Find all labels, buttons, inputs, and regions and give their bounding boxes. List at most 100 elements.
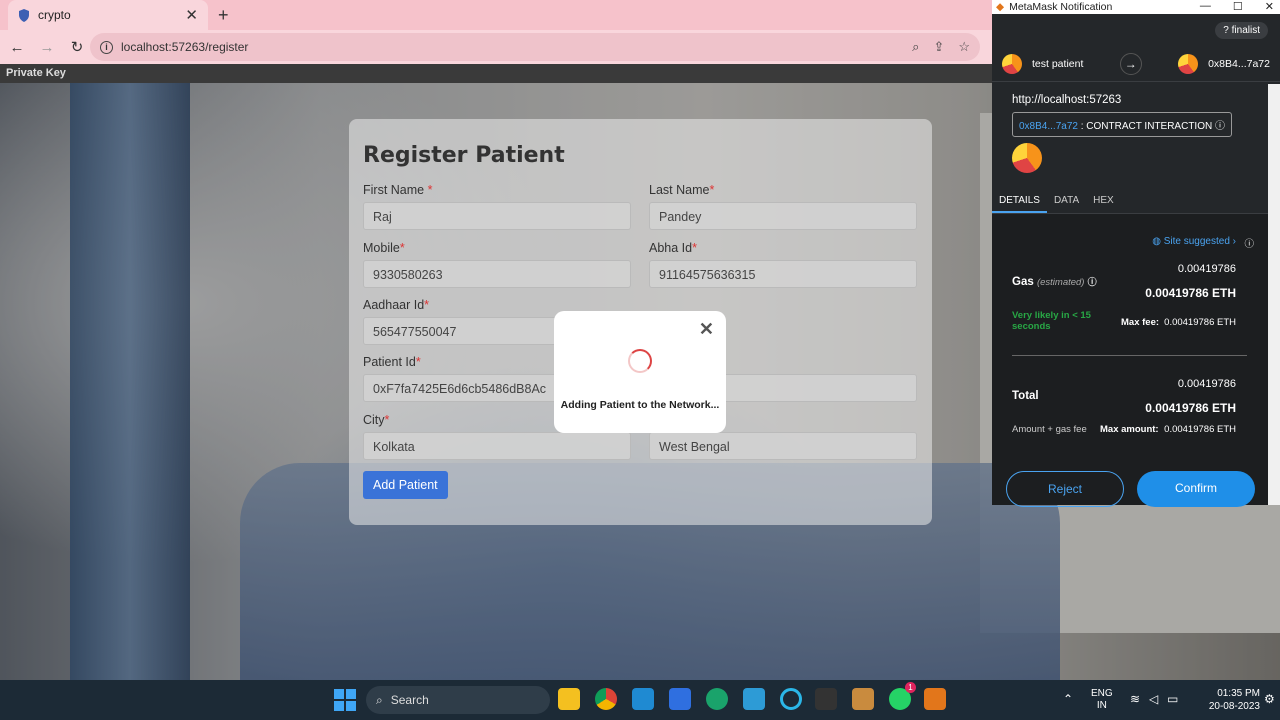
metamask-fox-icon: ◆ xyxy=(996,1,1005,13)
contract-badge: 0x8B4...7a72 : CONTRACT INTERACTION ⓘ xyxy=(1012,112,1232,137)
info-icon[interactable]: ⓘ xyxy=(1088,277,1097,287)
confirm-button[interactable]: Confirm xyxy=(1137,471,1255,507)
todo-icon[interactable] xyxy=(669,688,691,710)
package-icon[interactable] xyxy=(852,688,874,710)
region-code: IN xyxy=(1096,700,1107,711)
mobile-input[interactable]: 9330580263 xyxy=(363,260,631,288)
tab-details[interactable]: DETAILS xyxy=(992,190,1047,213)
mobile-field: Mobile* 9330580263 xyxy=(363,241,631,288)
chrome-icon[interactable] xyxy=(595,688,617,710)
tab-data[interactable]: DATA xyxy=(1047,190,1086,213)
wifi-icon[interactable]: ≋ xyxy=(1130,692,1140,706)
field-label: Patient Id xyxy=(363,355,416,369)
tab-title: crypto xyxy=(38,8,71,22)
page-title: Register Patient xyxy=(363,143,565,168)
site-info-icon[interactable]: i xyxy=(100,40,113,54)
windows-start-icon[interactable] xyxy=(334,689,356,711)
gas-label-wrap: Gas (estimated) ⓘ xyxy=(1012,275,1097,288)
site-suggested-text: Site suggested xyxy=(1163,236,1230,247)
info-icon[interactable]: ⓘ xyxy=(1244,236,1254,250)
reject-button[interactable]: Reject xyxy=(1006,471,1124,507)
network-name: finalist xyxy=(1231,24,1260,36)
state-input[interactable]: West Bengal xyxy=(649,432,917,460)
abha-id-input[interactable]: 91164575636315 xyxy=(649,260,917,288)
scrollbar[interactable] xyxy=(1268,84,1280,505)
last-name-input[interactable]: Pandey xyxy=(649,202,917,230)
close-tab-icon[interactable]: ✕ xyxy=(185,6,198,24)
contract-label: : CONTRACT INTERACTION xyxy=(1080,121,1213,132)
zoom-icon[interactable]: ⌕ xyxy=(912,39,919,55)
bookmark-star-icon[interactable]: ☆ xyxy=(958,39,970,55)
contract-avatar-wrap xyxy=(1012,143,1260,173)
clock[interactable]: 01:35 PM 20-08-2023 xyxy=(1188,687,1260,713)
from-account: test patient xyxy=(1032,57,1084,70)
field-label: City xyxy=(363,413,385,427)
date-text: 20-08-2023 xyxy=(1208,701,1260,712)
gas-label: Gas xyxy=(1012,276,1034,288)
battery-icon[interactable]: ▭ xyxy=(1167,692,1178,706)
close-window-icon[interactable]: ✕ xyxy=(1265,0,1274,13)
required-mark: * xyxy=(399,241,405,255)
total-label: Total xyxy=(1012,390,1039,402)
amount-gas-label: Amount + gas fee xyxy=(1012,424,1087,435)
file-explorer-icon[interactable] xyxy=(558,688,580,710)
first-name-input[interactable]: Raj xyxy=(363,202,631,230)
spinner-icon xyxy=(628,349,652,373)
vscode-icon[interactable] xyxy=(632,688,654,710)
time-text: 01:35 PM xyxy=(1217,688,1260,699)
required-mark: * xyxy=(709,183,715,197)
language-indicator[interactable]: ENG IN xyxy=(1091,688,1113,712)
loading-modal: ✕ Adding Patient to the Network... xyxy=(554,311,726,433)
bookmark-private-key[interactable]: Private Key xyxy=(6,67,66,79)
max-fee-value: 0.00419786 ETH xyxy=(1164,317,1236,328)
site-suggested-link[interactable]: ◍ Site suggested › xyxy=(1152,236,1236,247)
required-mark: * xyxy=(427,183,433,197)
to-avatar xyxy=(1178,53,1199,74)
chevron-up-icon[interactable]: ⌃ xyxy=(1063,692,1073,706)
back-icon[interactable]: ← xyxy=(4,39,30,56)
divider xyxy=(1012,355,1247,356)
lang-code: ENG xyxy=(1091,688,1113,699)
help-icon: ? xyxy=(1223,24,1229,36)
share-icon[interactable]: ⇪ xyxy=(933,39,944,55)
terminal-icon[interactable] xyxy=(815,688,837,710)
first-name-field: First Name * Raj xyxy=(363,183,631,230)
gas-value: 0.00419786 xyxy=(1177,263,1236,275)
required-mark: * xyxy=(692,241,697,255)
edge-icon[interactable] xyxy=(706,688,728,710)
maximize-icon[interactable]: ☐ xyxy=(1233,0,1243,13)
account-row: test patient → 0x8B4...7a72 xyxy=(992,46,1280,82)
likely-time: Very likely in < 15 seconds xyxy=(1012,310,1091,332)
taskbar: ⌕ Search 1 ⌃ ENG IN ≋ ◁ ▭ 01:35 PM 20-08… xyxy=(0,680,1280,720)
contract-address[interactable]: 0x8B4...7a72 xyxy=(1019,121,1078,132)
browser-tab[interactable]: crypto ✕ xyxy=(8,0,208,30)
cortana-icon[interactable] xyxy=(780,688,802,710)
volume-icon[interactable]: ◁ xyxy=(1149,692,1158,706)
address-bar[interactable]: i localhost:57263/register ⌕ ⇪ ☆ xyxy=(90,33,980,61)
new-tab-icon[interactable]: + xyxy=(218,5,229,26)
notification-icon[interactable]: ⚙ xyxy=(1264,692,1275,706)
city-input[interactable]: Kolkata xyxy=(363,432,631,460)
forward-icon[interactable]: → xyxy=(34,39,60,56)
details-panel: ◍ Site suggested › ⓘ 0.00419786 Gas (est… xyxy=(992,214,1268,507)
shield-icon xyxy=(19,8,29,22)
minimize-icon[interactable]: — xyxy=(1200,0,1211,13)
total-eth: 0.00419786 ETH xyxy=(1145,401,1236,415)
metamask-titlebar: ◆ MetaMask Notification — ☐ ✕ xyxy=(992,0,1280,14)
loading-message: Adding Patient to the Network... xyxy=(560,399,720,411)
whatsapp-icon[interactable]: 1 xyxy=(889,682,916,710)
info-icon[interactable]: ⓘ xyxy=(1215,121,1225,132)
field-label: Aadhaar Id xyxy=(363,298,425,312)
max-fee-label: Max fee: xyxy=(1121,317,1160,328)
reload-icon[interactable]: ↻ xyxy=(64,38,90,56)
window-title: MetaMask Notification xyxy=(1009,1,1113,13)
help-app-icon[interactable] xyxy=(743,688,765,710)
url-text: localhost:57263/register xyxy=(121,40,249,54)
taskbar-search[interactable]: ⌕ Search xyxy=(366,686,550,714)
close-modal-icon[interactable]: ✕ xyxy=(699,319,714,340)
network-selector[interactable]: ? finalist xyxy=(1215,21,1268,39)
metamask-taskbar-icon[interactable] xyxy=(924,688,946,710)
add-patient-button[interactable]: Add Patient xyxy=(363,471,448,499)
origin-url: http://localhost:57263 xyxy=(1012,94,1122,106)
tab-hex[interactable]: HEX xyxy=(1086,190,1121,213)
